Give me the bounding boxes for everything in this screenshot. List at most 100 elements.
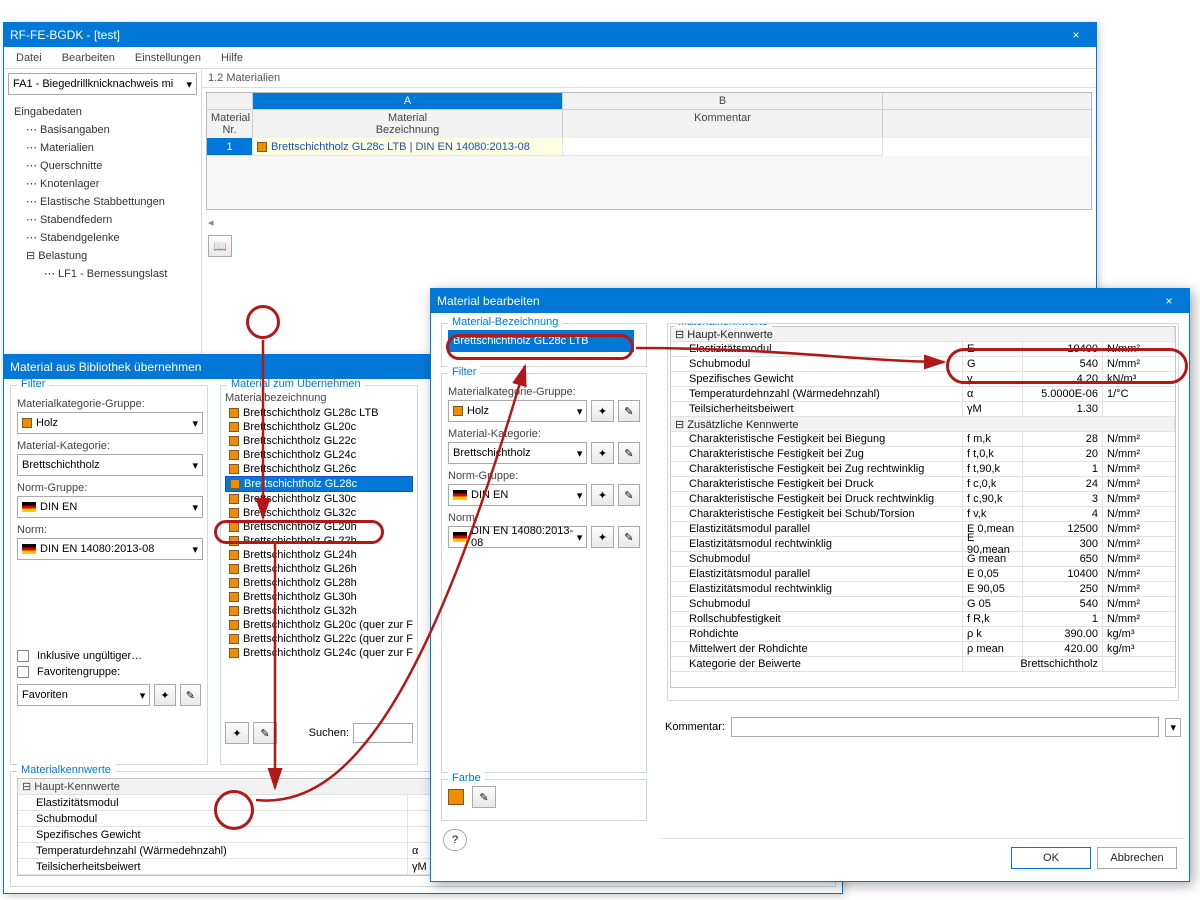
prop-row: TeilsicherheitsbeiwertγM1.30 <box>671 402 1175 417</box>
dlg-group-combo[interactable]: Holz▾ <box>448 400 587 422</box>
kommentar-label: Kommentar: <box>665 721 725 733</box>
dlg-normg-combo[interactable]: DIN EN▾ <box>448 484 587 506</box>
props-table[interactable]: ⊟ Haupt-KennwerteElastizitätsmodulE10400… <box>670 326 1176 688</box>
row-nr[interactable]: 1 <box>207 138 253 156</box>
prop-row: Charakteristische Festigkeit bei Biegung… <box>671 432 1175 447</box>
dlg-title: Material bearbeiten <box>437 294 1155 308</box>
prop-row: Elastizitätsmodul parallelE 0,0510400N/m… <box>671 567 1175 582</box>
new-button[interactable]: ✦ <box>591 484 613 506</box>
fav-new-button[interactable]: ✦ <box>154 684 175 706</box>
list-item[interactable]: Brettschichtholz GL22h <box>225 534 413 548</box>
prop-row: Charakteristische Festigkeit bei Schub/T… <box>671 507 1175 522</box>
dlg-close-button[interactable]: × <box>1155 294 1183 308</box>
tree-item[interactable]: ⋯ LF1 - Bemessungslast <box>8 265 197 283</box>
tree-item[interactable]: ⋯ Stabendgelenke <box>8 229 197 247</box>
list-item[interactable]: Brettschichtholz GL20h <box>225 520 413 534</box>
tree-item[interactable]: ⋯ Basisangaben <box>8 121 197 139</box>
list-item[interactable]: Brettschichtholz GL24h <box>225 548 413 562</box>
menu-settings[interactable]: Einstellungen <box>129 50 207 66</box>
material-color-icon <box>229 550 239 560</box>
material-name-input[interactable]: Brettschichtholz GL28c LTB <box>448 330 634 352</box>
apply-button[interactable]: ✎ <box>618 526 640 548</box>
material-color-icon <box>229 578 239 588</box>
color-pick-button[interactable]: ✎ <box>472 786 496 808</box>
prop-row: ElastizitätsmodulE10400N/mm² <box>671 342 1175 357</box>
list-item[interactable]: Brettschichtholz GL30c <box>225 492 413 506</box>
apply-button[interactable]: ✎ <box>618 400 640 422</box>
tree-item[interactable]: ⋯ Knotenlager <box>8 175 197 193</box>
list-title: Material zum Übernehmen <box>227 379 365 390</box>
list-item[interactable]: Brettschichtholz GL32c <box>225 506 413 520</box>
normg-combo[interactable]: DIN EN▾ <box>17 496 203 518</box>
fav-apply-button[interactable]: ✎ <box>180 684 201 706</box>
prop-row: Charakteristische Festigkeit bei Druck r… <box>671 492 1175 507</box>
dlg-title-bar: Material bearbeiten × <box>431 289 1189 313</box>
flag-de-icon <box>22 502 36 512</box>
list-header: Materialbezeichnung <box>225 390 413 406</box>
tree-item[interactable]: ⋯ Querschnitte <box>8 157 197 175</box>
menu-help[interactable]: Hilfe <box>215 50 249 66</box>
group-combo[interactable]: Holz▾ <box>17 412 203 434</box>
create-button[interactable]: ✦ <box>225 722 249 744</box>
list-item[interactable]: Brettschichtholz GL30h <box>225 590 413 604</box>
fav-checkbox[interactable] <box>17 666 29 678</box>
list-item[interactable]: Brettschichtholz GL22c <box>225 434 413 448</box>
library-button[interactable]: 📖 <box>208 235 232 257</box>
row-b[interactable] <box>563 138 883 156</box>
menu-file[interactable]: Datei <box>10 50 48 66</box>
new-button[interactable]: ✦ <box>591 442 613 464</box>
material-color-icon <box>229 648 239 658</box>
dlg-filter-title: Filter <box>448 366 480 378</box>
kommentar-input[interactable] <box>731 717 1160 737</box>
dlg-cat-combo[interactable]: Brettschichtholz▾ <box>448 442 587 464</box>
ok-button[interactable]: OK <box>1011 847 1091 869</box>
apply-button[interactable]: ✎ <box>618 484 640 506</box>
list-item[interactable]: Brettschichtholz GL28c LTB <box>225 406 413 420</box>
prop-row: ⊟ Zusätzliche Kennwerte <box>671 417 1175 432</box>
prop-row: SchubmodulG 05540N/mm² <box>671 597 1175 612</box>
group-label: Materialkategorie-Gruppe: <box>17 398 201 410</box>
list-item[interactable]: Brettschichtholz GL22c (quer zur Fa <box>225 632 413 646</box>
new-button[interactable]: ✦ <box>591 400 613 422</box>
kommentar-dropdown[interactable]: ▾ <box>1165 718 1181 737</box>
normg-label: Norm-Gruppe: <box>17 482 201 494</box>
list-item[interactable]: Brettschichtholz GL24c <box>225 448 413 462</box>
invalid-checkbox[interactable] <box>17 650 29 662</box>
list-item[interactable]: Brettschichtholz GL20c (quer zur Fa <box>225 618 413 632</box>
new-button[interactable]: ✦ <box>591 526 613 548</box>
search-input[interactable] <box>353 723 413 743</box>
apply-button[interactable]: ✎ <box>618 442 640 464</box>
material-list[interactable]: Brettschichtholz GL28c LTBBrettschichtho… <box>225 406 413 716</box>
prop-row: Elastizitätsmodul rechtwinkligE 90,05250… <box>671 582 1175 597</box>
tree-item[interactable]: ⋯ Elastische Stabbettungen <box>8 193 197 211</box>
norm-combo[interactable]: DIN EN 14080:2013-08▾ <box>17 538 203 560</box>
material-grid[interactable]: A B Material Nr. Material Bezeichnung Ko… <box>206 92 1092 210</box>
cat-combo[interactable]: Brettschichtholz▾ <box>17 454 203 476</box>
list-item[interactable]: Brettschichtholz GL28c <box>225 476 413 492</box>
list-item[interactable]: Brettschichtholz GL26c <box>225 462 413 476</box>
list-item[interactable]: Brettschichtholz GL26h <box>225 562 413 576</box>
material-color-icon <box>229 436 239 446</box>
edit-button[interactable]: ✎ <box>253 722 277 744</box>
cancel-button[interactable]: Abbrechen <box>1097 847 1177 869</box>
prop-row: Spezifisches Gewichtγ4.20kN/m³ <box>671 372 1175 387</box>
fa-selector[interactable]: FA1 - Biegedrillknicknachweis mi ▾ <box>8 73 197 95</box>
row-a[interactable]: Brettschichtholz GL28c LTB | DIN EN 1408… <box>253 138 563 156</box>
list-item[interactable]: Brettschichtholz GL20c <box>225 420 413 434</box>
props-title: Materialkennwerte <box>674 323 772 328</box>
tree-root[interactable]: Eingabedaten <box>8 103 197 121</box>
list-item[interactable]: Brettschichtholz GL24c (quer zur Fa <box>225 646 413 660</box>
list-item[interactable]: Brettschichtholz GL32h <box>225 604 413 618</box>
tree-item[interactable]: ⋯ Materialien <box>8 139 197 157</box>
list-item[interactable]: Brettschichtholz GL28h <box>225 576 413 590</box>
main-close-button[interactable]: × <box>1062 28 1090 42</box>
flag-de-icon <box>453 532 467 542</box>
fav-combo[interactable]: Favoriten▾ <box>17 684 150 706</box>
menu-bar: Datei Bearbeiten Einstellungen Hilfe <box>4 47 1096 69</box>
help-button[interactable]: ? <box>443 829 467 851</box>
tree-item[interactable]: ⊟ Belastung <box>8 247 197 265</box>
tree-item[interactable]: ⋯ Stabendfedern <box>8 211 197 229</box>
color-swatch[interactable] <box>448 789 464 805</box>
dlg-norm-combo[interactable]: DIN EN 14080:2013-08▾ <box>448 526 587 548</box>
menu-edit[interactable]: Bearbeiten <box>56 50 121 66</box>
